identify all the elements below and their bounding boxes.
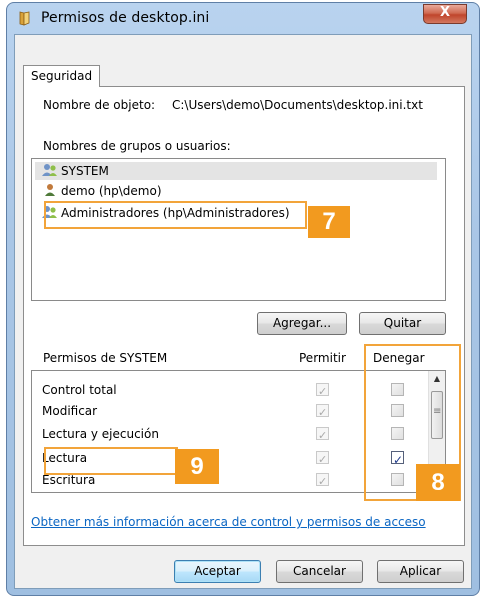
list-item-label: SYSTEM	[61, 164, 109, 178]
permission-name: Lectura y ejecución	[42, 427, 159, 441]
callout-number-9: 9	[175, 449, 219, 484]
users-group-icon	[42, 164, 57, 176]
permissions-label: Permisos de SYSTEM	[43, 351, 168, 365]
add-button[interactable]: Agregar...	[257, 312, 347, 335]
list-item-label: demo (hp\demo)	[61, 184, 162, 198]
allow-checkbox[interactable]	[316, 471, 329, 492]
list-item[interactable]: SYSTEM	[35, 162, 437, 180]
permission-name: Modificar	[42, 404, 98, 418]
close-button[interactable]: X	[423, 4, 467, 24]
remove-button[interactable]: Quitar	[359, 312, 446, 335]
user-icon	[45, 184, 55, 196]
allow-column-header: Permitir	[299, 351, 346, 365]
object-name-value: C:\Users\demo\Documents\desktop.ini.txt	[172, 98, 423, 112]
close-icon: X	[439, 5, 451, 20]
help-link[interactable]: Obtener más información acerca de contro…	[31, 515, 426, 529]
apply-button[interactable]: Aplicar	[377, 560, 464, 583]
groups-listbox[interactable]: SYSTEM demo (hp\demo) Administradores (h…	[31, 158, 446, 301]
allow-checkbox[interactable]	[316, 381, 329, 403]
allow-checkbox[interactable]	[316, 402, 329, 424]
object-name-label: Nombre de objeto:	[43, 98, 156, 112]
list-item[interactable]: demo (hp\demo)	[42, 182, 162, 200]
ok-button[interactable]: Aceptar	[174, 560, 261, 583]
callout-number-7: 7	[308, 206, 350, 238]
callout-box-9	[44, 447, 178, 475]
tab-seguridad[interactable]: Seguridad	[23, 65, 101, 87]
callout-box-7	[44, 201, 307, 229]
permission-name: Control total	[42, 383, 117, 397]
title-bar[interactable]: Permisos de desktop.ini X	[7, 3, 479, 35]
folder-icon	[19, 11, 30, 26]
callout-number-8: 8	[416, 464, 460, 501]
allow-checkbox[interactable]	[316, 425, 329, 447]
allow-checkbox[interactable]	[316, 449, 329, 471]
cancel-button[interactable]: Cancelar	[276, 560, 363, 583]
window-title: Permisos de desktop.ini	[41, 10, 210, 26]
groups-label: Nombres de grupos o usuarios:	[43, 139, 231, 153]
